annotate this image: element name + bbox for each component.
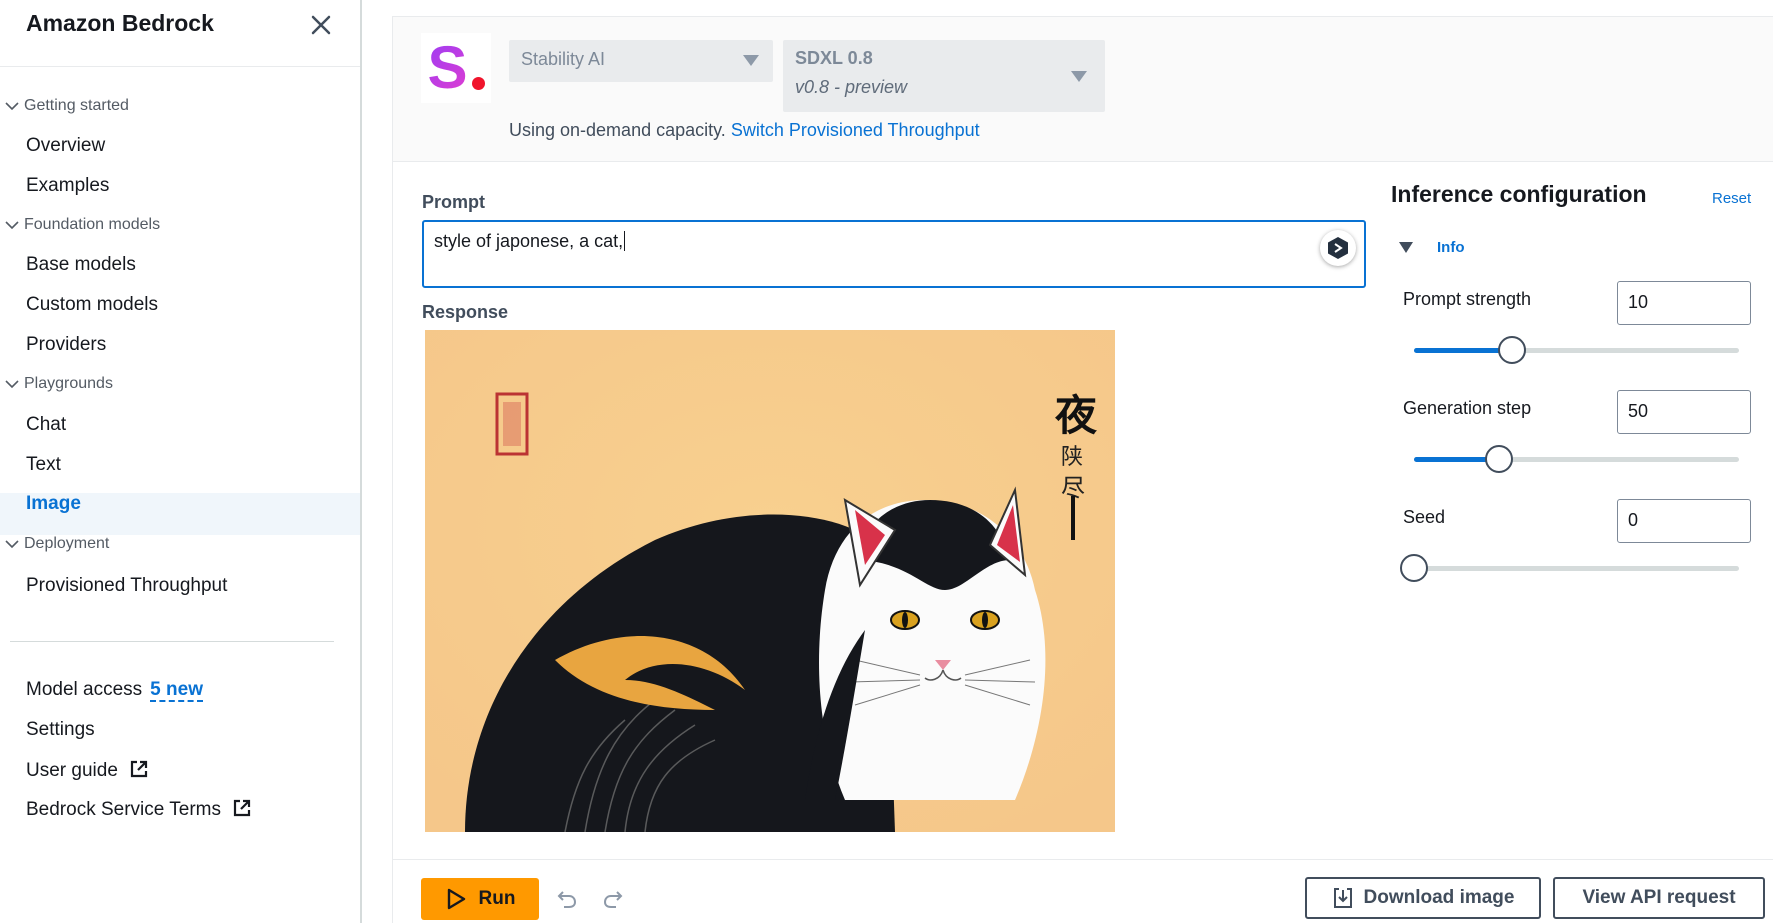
sidebar-item-providers[interactable]: Providers xyxy=(26,334,106,356)
slider-fill xyxy=(1414,348,1512,353)
inference-config-title: Inference configuration xyxy=(1391,181,1647,207)
slider-thumb[interactable] xyxy=(1400,554,1428,582)
reset-link[interactable]: Reset xyxy=(1712,190,1751,207)
caret-down-icon xyxy=(1071,71,1087,82)
sidebar-title: Amazon Bedrock xyxy=(26,10,214,36)
prompt-input[interactable]: style of japonese, a cat, xyxy=(422,220,1366,288)
chevron-down-icon xyxy=(5,221,19,230)
slider-thumb[interactable] xyxy=(1497,336,1526,364)
image-calligraphy-1: 夜 xyxy=(1054,391,1098,440)
sidebar-item-base-models[interactable]: Base models xyxy=(26,254,136,276)
response-image: 夜 陕 尽 xyxy=(425,330,1115,832)
info-expander[interactable]: Info xyxy=(1399,239,1465,256)
external-link-icon xyxy=(131,760,148,778)
generation-step-slider[interactable] xyxy=(1414,445,1739,473)
switch-provisioned-link[interactable]: Switch Provisioned Throughput xyxy=(731,120,980,140)
sidebar-item-settings[interactable]: Settings xyxy=(26,719,95,741)
sidebar-divider xyxy=(10,641,334,642)
prompt-strength-label: Prompt strength xyxy=(1403,289,1532,309)
seed-slider[interactable] xyxy=(1400,554,1739,582)
section-foundation-models[interactable]: Foundation models xyxy=(0,215,160,235)
section-playgrounds[interactable]: Playgrounds xyxy=(0,374,113,394)
prompt-text: style of japonese, a cat, xyxy=(434,231,624,251)
caret-down-icon xyxy=(1399,242,1413,253)
sidebar-item-user-guide[interactable]: User guide xyxy=(26,759,149,782)
generation-step-label: Generation step xyxy=(1403,398,1532,418)
view-api-request-button[interactable]: View API request xyxy=(1553,877,1765,919)
provider-select-value: Stability AI xyxy=(521,49,606,69)
model-select-version: v0.8 - preview xyxy=(795,77,908,97)
section-label: Playgrounds xyxy=(24,375,113,392)
close-icon[interactable] xyxy=(306,10,336,40)
redo-icon[interactable] xyxy=(601,887,625,911)
seed-label: Seed xyxy=(1403,507,1446,527)
chevron-down-icon xyxy=(5,540,19,549)
section-getting-started[interactable]: Getting started xyxy=(0,96,129,116)
seed-input[interactable]: 0 xyxy=(1617,499,1751,543)
undo-icon[interactable] xyxy=(555,887,579,911)
model-access-label: Model access xyxy=(26,679,143,700)
model-select[interactable]: SDXL 0.8 v0.8 - preview xyxy=(783,40,1105,112)
chevron-down-icon xyxy=(5,102,19,111)
sidebar-item-custom-models[interactable]: Custom models xyxy=(26,294,158,316)
prompt-assist-icon[interactable] xyxy=(1320,230,1356,266)
sidebar-item-examples[interactable]: Examples xyxy=(26,175,109,197)
section-deployment[interactable]: Deployment xyxy=(0,534,109,554)
user-guide-label: User guide xyxy=(26,760,118,781)
image-playground: S Stability AI SDXL 0.8 v0.8 - preview U… xyxy=(392,16,1773,923)
download-image-button[interactable]: Download image xyxy=(1305,877,1541,919)
sidebar-item-provisioned-throughput[interactable]: Provisioned Throughput xyxy=(26,575,227,597)
sidebar-item-service-terms[interactable]: Bedrock Service Terms xyxy=(26,798,252,821)
slider-track xyxy=(1414,566,1739,571)
model-selector-header: S Stability AI SDXL 0.8 v0.8 - preview U… xyxy=(393,17,1773,162)
footer-divider xyxy=(393,859,1773,860)
play-icon xyxy=(447,888,465,910)
section-label: Deployment xyxy=(24,535,110,552)
chevron-down-icon xyxy=(5,380,19,389)
sidebar-item-image[interactable]: Image xyxy=(26,493,81,515)
capacity-info: Using on-demand capacity. Switch Provisi… xyxy=(509,120,980,141)
run-button[interactable]: Run xyxy=(421,878,539,920)
sidebar-item-overview[interactable]: Overview xyxy=(26,135,105,157)
provider-select[interactable]: Stability AI xyxy=(509,40,773,82)
service-terms-label: Bedrock Service Terms xyxy=(26,799,221,820)
download-icon xyxy=(1333,888,1352,908)
download-image-label: Download image xyxy=(1363,887,1515,908)
external-link-icon xyxy=(234,799,251,817)
section-label: Getting started xyxy=(24,97,129,114)
sidebar-item-text[interactable]: Text xyxy=(26,454,61,476)
view-api-request-label: View API request xyxy=(1582,887,1736,908)
sidebar-item-model-access[interactable]: Model access 5 new xyxy=(26,679,203,702)
navigation-sidebar: Amazon Bedrock Getting started Overview … xyxy=(0,0,362,923)
stability-ai-logo: S xyxy=(421,33,491,103)
prompt-strength-slider[interactable] xyxy=(1414,336,1739,364)
new-models-badge[interactable]: 5 new xyxy=(150,679,203,702)
image-calligraphy-2: 陕 xyxy=(1061,445,1083,470)
info-link: Info xyxy=(1437,239,1465,256)
caret-down-icon xyxy=(743,55,759,66)
capacity-text: Using on-demand capacity. xyxy=(509,120,726,140)
prompt-label: Prompt xyxy=(422,192,485,212)
sidebar-divider-top xyxy=(0,66,360,67)
model-select-name: SDXL 0.8 xyxy=(795,48,873,68)
response-label: Response xyxy=(422,302,509,322)
section-label: Foundation models xyxy=(24,216,161,233)
generation-step-input[interactable]: 50 xyxy=(1617,390,1751,434)
slider-thumb[interactable] xyxy=(1484,445,1513,473)
prompt-strength-input[interactable]: 10 xyxy=(1617,281,1751,325)
sidebar-item-chat[interactable]: Chat xyxy=(26,414,66,436)
run-label: Run xyxy=(478,888,516,909)
